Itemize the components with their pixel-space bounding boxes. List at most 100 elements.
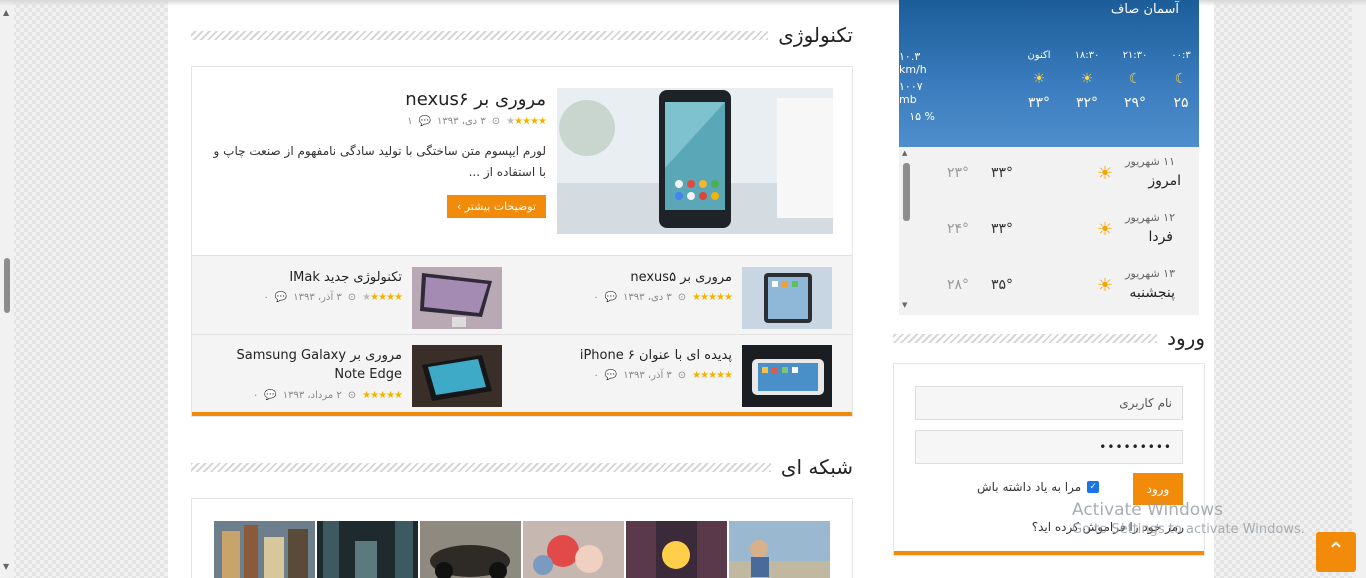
forecast-date: ۱۲ شهریور <box>1125 211 1175 224</box>
comment-icon: 💬 <box>274 292 288 303</box>
weather-widget: آسمان صاف ۱۰.۳ km/h ۱۰۰۷ mb ۱۵ % اکنون ☀… <box>899 0 1199 147</box>
forecast-low: ۲۴° <box>946 221 969 237</box>
remember-me[interactable]: ✓ مرا به یاد داشته باش <box>977 480 1100 494</box>
post-date: ۳ آذر، ۱۳۹۳ <box>293 292 342 303</box>
gallery-image[interactable] <box>626 521 727 578</box>
post-thumbnail[interactable] <box>742 345 832 407</box>
read-more-button[interactable]: توضیحات بیشتر › <box>446 195 546 218</box>
gallery-image[interactable] <box>729 521 830 578</box>
checkbox-checked-icon[interactable]: ✓ <box>1087 481 1100 493</box>
hourly-item: ۱۸:۳۰ ☀ ۳۲° <box>1067 50 1107 111</box>
post-meta: ★★★★★ ⊙ ۲ مرداد، ۱۳۹۳ 💬 ۰ <box>252 390 403 401</box>
section-heading-login: ورود <box>893 325 1205 351</box>
hourly-item: اکنون ☀ ۳۳° <box>1019 50 1059 111</box>
post-card[interactable]: مروری بر Samsung Galaxy Note Edge ★★★★★ … <box>192 334 522 412</box>
forecast-day: فردا <box>1148 229 1173 245</box>
clock-icon: ⊙ <box>347 390 357 401</box>
left-scrollbar[interactable]: ▲ ▼ <box>0 0 14 578</box>
rating-stars: ★★★★★ <box>362 390 403 401</box>
forecast-date: ۱۱ شهریور <box>1125 155 1175 168</box>
hour-label: ۰۰:۳ <box>1171 50 1191 61</box>
post-date: ۳ دی، ۱۳۹۳ <box>623 292 672 303</box>
featured-post-excerpt: لورم ایپسوم متن ساختگی با تولید سادگی نا… <box>213 144 546 179</box>
featured-post-image[interactable] <box>557 88 833 234</box>
username-field[interactable]: نام کاربری <box>915 386 1183 420</box>
hour-temp: ۳۲° <box>1075 95 1099 111</box>
hour-label: اکنون <box>1027 50 1051 61</box>
comment-icon: 💬 <box>418 116 432 127</box>
post-card[interactable]: تکنولوژی جدید IMak ★★★★★ ⊙ ۳ آذر، ۱۳۹۳ 💬… <box>192 256 522 334</box>
forecast-high: ۳۳° <box>990 165 1013 181</box>
hour-temp: ۲۹° <box>1123 95 1147 111</box>
post-date: ۳ دی، ۱۳۹۳ <box>437 116 486 127</box>
gallery-image[interactable] <box>420 521 521 578</box>
comment-count: ۰ <box>593 370 599 381</box>
clock-icon: ⊙ <box>677 370 687 381</box>
clock-icon: ⊙ <box>347 292 357 303</box>
forecast-day: پنجشنبه <box>1129 285 1175 301</box>
section-title: ورود <box>1167 326 1205 350</box>
post-thumbnail[interactable] <box>742 267 832 329</box>
comment-icon: 💬 <box>604 292 618 303</box>
rating-stars: ★★★★★ <box>692 370 733 381</box>
daily-forecast: ▲ ▼ ۱۱ شهریور امروز ☀ ۳۳° ۲۳° ۱۲ شهریور … <box>899 147 1199 315</box>
sun-icon: ☀ <box>1096 219 1113 240</box>
post-grid: مروری بر nexus۵ ★★★★★ ⊙ ۳ دی، ۱۳۹۳ 💬 ۰ ت… <box>192 255 852 416</box>
forecast-day: امروز <box>1148 173 1181 189</box>
section-title: شبکه ای <box>780 455 853 479</box>
post-card[interactable]: پدیده ای با عنوان iPhone ۶ ★★★★★ ⊙ ۳ آذر… <box>522 334 852 412</box>
watermark-title: Activate Windows <box>1072 500 1223 520</box>
heading-stripe <box>893 333 1158 343</box>
wind-speed: ۱۰.۳ km/h <box>899 50 927 76</box>
comment-count: ۰ <box>263 292 269 303</box>
rating-stars: ★★★★★ <box>506 116 547 127</box>
sun-icon: ☀ <box>1032 71 1046 87</box>
forecast-row: ۱۲ شهریور فردا ☀ ۳۳° ۲۴° <box>899 205 1199 261</box>
hour-label: ۲۱:۳۰ <box>1122 50 1148 61</box>
comment-icon: 💬 <box>264 390 277 401</box>
post-thumbnail[interactable] <box>412 267 502 329</box>
sun-icon: ☀ <box>1096 275 1113 296</box>
post-title[interactable]: مروری بر Samsung Galaxy Note Edge <box>212 346 402 384</box>
hour-temp: ۳۳° <box>1027 95 1051 111</box>
right-gutter <box>1352 0 1366 578</box>
humidity: ۱۵ % <box>909 110 935 123</box>
post-date: ۳ آذر، ۱۳۹۳ <box>623 370 672 381</box>
post-thumbnail[interactable] <box>412 345 502 407</box>
scroll-down-arrow-icon[interactable]: ▼ <box>3 562 9 571</box>
forecast-low: ۲۸° <box>946 277 969 293</box>
gallery-image[interactable] <box>317 521 418 578</box>
scroll-thumb[interactable] <box>4 258 10 313</box>
scroll-up-arrow-icon[interactable]: ▲ <box>3 8 9 17</box>
gallery-image[interactable] <box>523 521 624 578</box>
featured-post-text: مروری بر nexus۶ ★★★★★ ⊙ ۳ دی، ۱۳۹۳ 💬 ۱ ل… <box>210 89 547 218</box>
post-title[interactable]: پدیده ای با عنوان iPhone ۶ <box>542 346 732 365</box>
section-accent-bar <box>192 412 852 416</box>
post-date: ۲ مرداد، ۱۳۹۳ <box>282 390 342 401</box>
hourly-item: ۰۰:۳ ☾ ۲۵ <box>1163 50 1199 111</box>
rating-stars: ★★★★★ <box>362 292 403 303</box>
heading-stripe <box>191 462 771 472</box>
sun-icon: ☀ <box>1096 163 1113 184</box>
forecast-date: ۱۳ شهریور <box>1125 267 1175 280</box>
post-title[interactable]: مروری بر nexus۵ <box>542 268 732 287</box>
featured-post-title[interactable]: مروری بر nexus۶ <box>210 89 546 110</box>
hour-label: ۱۸:۳۰ <box>1074 50 1100 61</box>
heading-stripe <box>191 30 769 40</box>
post-meta: ★★★★★ ⊙ ۳ آذر، ۱۳۹۳ 💬 ۰ <box>263 292 403 303</box>
moon-icon: ☾ <box>1174 71 1188 87</box>
gallery-image[interactable] <box>214 521 315 578</box>
password-field[interactable]: ••••••••• <box>915 430 1183 464</box>
forecast-high: ۳۳° <box>990 221 1013 237</box>
comment-count: ۱ <box>407 116 413 127</box>
back-to-top-button[interactable]: ⌃ <box>1316 532 1356 572</box>
post-card[interactable]: مروری بر nexus۵ ★★★★★ ⊙ ۳ دی، ۱۳۹۳ 💬 ۰ <box>522 256 852 334</box>
remember-label: مرا به یاد داشته باش <box>977 480 1082 494</box>
comment-count: ۰ <box>593 292 599 303</box>
comment-count: ۰ <box>252 390 259 401</box>
post-title[interactable]: تکنولوژی جدید IMak <box>212 268 402 287</box>
moon-icon: ☾ <box>1128 71 1142 87</box>
featured-post-box: مروری بر nexus۶ ★★★★★ ⊙ ۳ دی، ۱۳۹۳ 💬 ۱ ل… <box>191 66 853 417</box>
chevron-up-icon: ⌃ <box>1326 539 1346 564</box>
watermark-subtitle: Go to Settings to activate Windows. <box>1072 522 1305 537</box>
